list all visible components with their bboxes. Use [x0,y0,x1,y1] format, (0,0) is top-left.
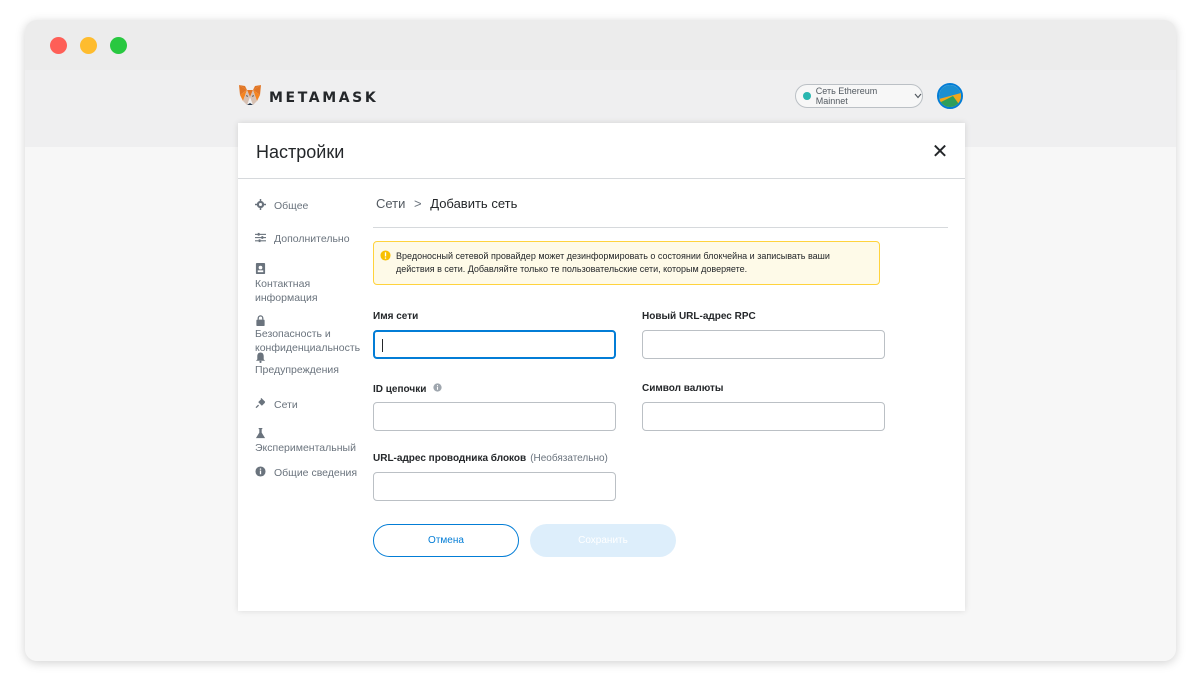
content-divider [373,227,948,228]
info-icon[interactable] [433,383,442,392]
settings-panel: Настройки ✕ Общее Дополнительно Контактн… [238,123,965,611]
sidebar-item-label: Предупреждения [255,364,339,376]
warning-text: Вредоносный сетевой провайдер может дези… [396,251,830,274]
sidebar-item-label: Дополнительно [274,233,350,245]
breadcrumb: Сети > Добавить сеть [376,196,517,211]
gear-icon [255,199,266,210]
currency-symbol-input[interactable] [642,402,885,431]
minimize-window-button[interactable] [80,37,97,54]
account-identicon-icon [939,85,961,107]
account-avatar[interactable] [937,83,963,109]
breadcrumb-separator: > [414,196,422,211]
text-caret [382,339,383,352]
cancel-button[interactable]: Отмена [373,524,519,557]
contact-book-icon [255,263,266,274]
explorer-url-label-text: URL-адрес проводника блоков [373,453,527,464]
network-name-label: Имя сети [373,311,419,322]
browser-window: METAMASK Сеть Ethereum Mainnet Настройки… [25,20,1176,661]
maximize-window-button[interactable] [110,37,127,54]
close-icon[interactable]: ✕ [931,142,949,162]
warning-banner: Вредоносный сетевой провайдер может дези… [373,241,880,285]
currency-symbol-label: Символ валюты [642,383,724,394]
sidebar-item-contacts[interactable]: Контактная информация [255,263,363,305]
rpc-url-label: Новый URL-адрес RPC [642,311,756,322]
metamask-logo[interactable]: METAMASK [238,84,378,111]
plug-icon [255,398,266,409]
chain-id-input[interactable] [373,402,616,431]
sidebar-item-alerts[interactable]: Предупреждения [255,352,339,377]
sidebar-item-label: Безопасность и конфиденциальность [255,328,361,354]
optional-hint: (Необязательно) [530,453,608,464]
chain-id-label: ID цепочки [373,383,442,395]
sidebar-item-networks[interactable]: Сети [255,398,298,412]
network-label: Сеть Ethereum Mainnet [815,86,878,106]
chevron-down-icon [914,91,922,101]
bell-icon [255,352,266,363]
breadcrumb-current: Добавить сеть [430,196,518,211]
sidebar-item-about[interactable]: Общие сведения [255,466,357,480]
warning-icon [380,250,391,261]
rpc-url-input[interactable] [642,330,885,359]
explorer-url-label: URL-адрес проводника блоков (Необязательн… [373,453,608,464]
sidebar-item-label: Экспериментальный [255,442,356,454]
lock-icon [255,315,266,326]
network-name-input[interactable] [373,330,616,359]
flask-icon [255,428,266,439]
window-titlebar [25,20,1176,70]
close-window-button[interactable] [50,37,67,54]
sidebar-item-experimental[interactable]: Экспериментальный [255,428,356,455]
save-button[interactable]: Сохранить [530,524,676,557]
sidebar-item-security[interactable]: Безопасность и конфиденциальность [255,315,363,355]
sidebar-item-general[interactable]: Общее [255,199,308,213]
sidebar-item-label: Сети [274,399,298,411]
breadcrumb-networks-link[interactable]: Сети [376,196,405,211]
network-status-dot [803,92,811,100]
explorer-url-input[interactable] [373,472,616,501]
sidebar-item-label: Общие сведения [274,467,358,479]
sidebar-item-label: Общее [274,200,309,212]
network-selector[interactable]: Сеть Ethereum Mainnet [795,84,923,108]
sidebar-item-advanced[interactable]: Дополнительно [255,232,350,246]
chain-id-label-text: ID цепочки [373,384,427,395]
page-title: Настройки [256,142,345,162]
info-icon [255,466,266,477]
sidebar-item-label: Контактная информация [255,278,318,304]
fox-icon [238,84,262,111]
brand-name: METAMASK [269,89,379,106]
header-divider [238,178,965,179]
sliders-icon [255,232,266,243]
